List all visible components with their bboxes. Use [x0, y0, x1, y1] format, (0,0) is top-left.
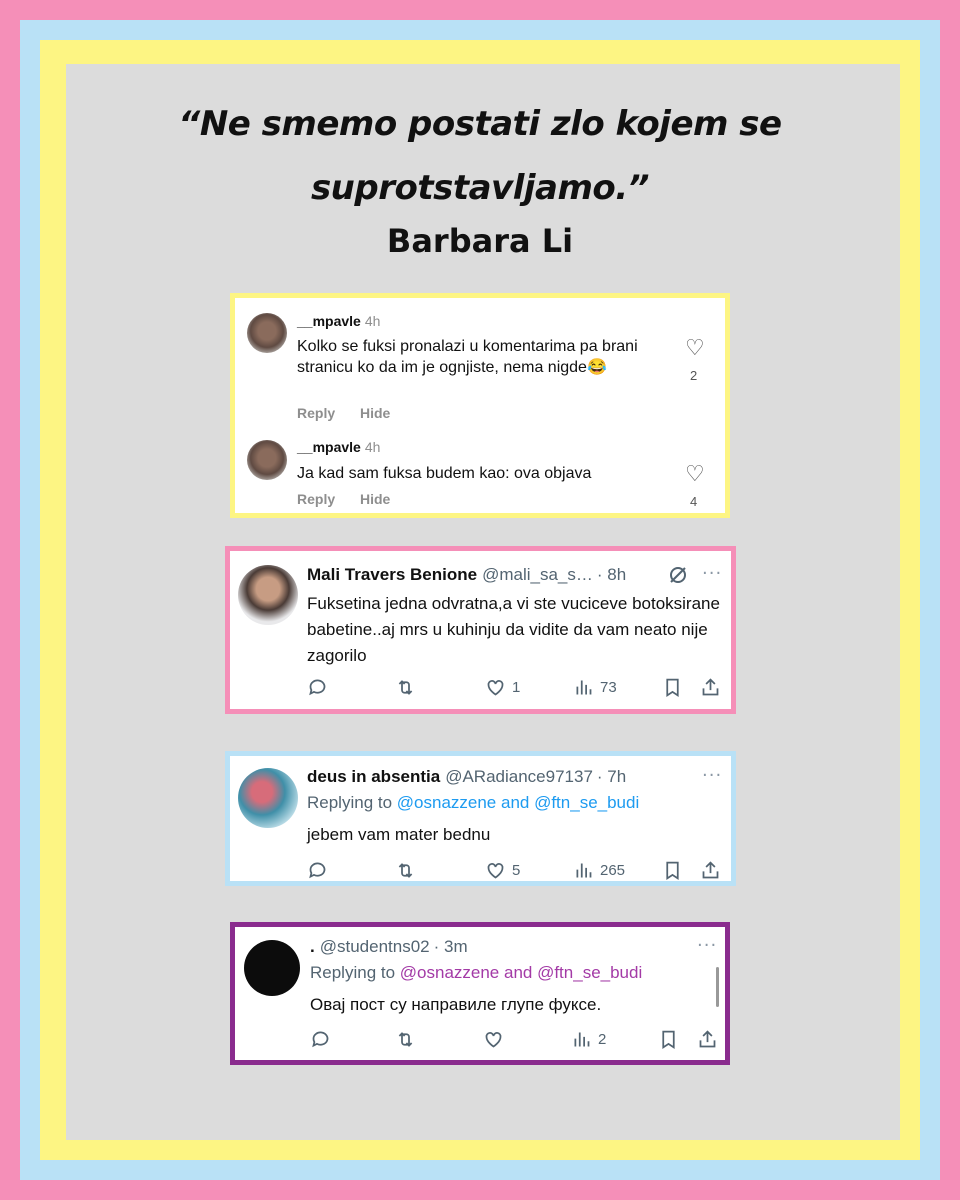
bookmark-button[interactable]: [658, 1024, 679, 1054]
views-button[interactable]: 73: [573, 672, 617, 702]
heart-icon[interactable]: ♡: [685, 464, 705, 486]
share-button[interactable]: [700, 855, 721, 885]
reply-button[interactable]: [310, 1024, 331, 1054]
bookmark-button[interactable]: [662, 855, 683, 885]
author-handle: @mali_sa_s…: [482, 565, 593, 584]
username-text: __mpavle: [297, 313, 361, 329]
views-count: 265: [600, 861, 626, 879]
replying-prefix: Replying to: [307, 793, 397, 812]
share-icon: [702, 860, 719, 878]
share-icon: [699, 1029, 716, 1047]
tweet-text: Овај пост су направиле глупе фуксе.: [310, 995, 602, 1014]
tweet-author[interactable]: deus in absentia @ARadiance97137 · 7h: [307, 767, 626, 787]
bookmark-icon: [666, 861, 679, 880]
tweet-actions: 5 265: [230, 855, 731, 885]
heart-icon: [487, 862, 504, 879]
hide-button[interactable]: Hide: [360, 405, 390, 421]
reply-button[interactable]: [307, 672, 328, 702]
reply-button[interactable]: Reply: [297, 405, 335, 421]
retweet-button[interactable]: [395, 672, 416, 702]
reply-icon: [309, 679, 326, 695]
heart-icon: [485, 1031, 502, 1048]
heart-icon: [487, 679, 504, 696]
author-name: Mali Travers Benione: [307, 565, 478, 584]
replying-to: Replying to @osnazzene and @ftn_se_budi: [310, 963, 642, 983]
avatar[interactable]: [247, 440, 287, 480]
more-icon[interactable]: ···: [697, 935, 717, 956]
replying-to: Replying to @osnazzene and @ftn_se_budi: [307, 793, 639, 813]
hide-button[interactable]: Hide: [360, 491, 390, 507]
views-icon: [576, 680, 592, 694]
mention-link[interactable]: @osnazzene and @ftn_se_budi: [400, 963, 642, 982]
grok-icon[interactable]: [668, 565, 688, 589]
avatar[interactable]: [238, 768, 298, 828]
bookmark-icon: [662, 1030, 675, 1049]
quote-line-1: “Ne smemo postati zlo kojem se: [178, 104, 782, 144]
tweet-card-3: . @studentns02 · 3m ··· Replying to @osnaz…: [230, 922, 730, 1065]
retweet-icon: [398, 862, 413, 878]
views-count: 73: [600, 678, 617, 696]
avatar[interactable]: [238, 565, 298, 625]
like-count: 5: [512, 861, 521, 879]
tweet-card-2: deus in absentia @ARadiance97137 · 7h ··· …: [225, 751, 736, 886]
comment-username[interactable]: __mpavle 4h: [297, 313, 380, 329]
reply-icon: [312, 1031, 329, 1047]
views-button[interactable]: 2: [571, 1024, 606, 1054]
bookmark-button[interactable]: [662, 672, 683, 702]
author-handle: @studentns02: [319, 937, 430, 956]
scrollbar[interactable]: [716, 967, 719, 1007]
comment-text: Kolko se fuksi pronalazi u komentarima p…: [297, 338, 638, 376]
comment-time: 4h: [364, 439, 381, 455]
views-icon: [574, 1032, 590, 1046]
replying-prefix: Replying to: [310, 963, 400, 982]
tweet-actions: 1 73: [230, 672, 731, 702]
retweet-icon: [398, 679, 413, 695]
mention-link[interactable]: @osnazzene and @ftn_se_budi: [397, 793, 639, 812]
quote-line-2: suprotstavljamo.”: [310, 168, 650, 208]
views-button[interactable]: 265: [573, 855, 625, 885]
more-icon[interactable]: ···: [702, 765, 722, 786]
tweet-card-1: Mali Travers Benione @mali_sa_s… · 8h ··· …: [225, 546, 736, 714]
avatar[interactable]: [247, 313, 287, 353]
tweet-author[interactable]: . @studentns02 · 3m: [310, 937, 468, 957]
retweet-button[interactable]: [395, 855, 416, 885]
instagram-comments-card: __mpavle 4h Kolko se fuksi pronalazi u ko…: [230, 293, 730, 518]
like-button[interactable]: 5: [485, 855, 520, 885]
retweet-button[interactable]: [395, 1024, 416, 1054]
reply-button[interactable]: [307, 855, 328, 885]
quote-text: “Ne smemo postati zlo kojem se suprotsta…: [0, 92, 960, 220]
views-count: 2: [598, 1030, 607, 1048]
heart-icon[interactable]: ♡: [685, 338, 705, 360]
tweet-text: Fuksetina jedna odvratna,a vi ste vucice…: [307, 594, 720, 665]
comment-username[interactable]: __mpavle 4h: [297, 439, 380, 455]
like-count: 4: [690, 494, 698, 509]
like-count: 1: [512, 678, 521, 696]
comment-time: 4h: [364, 313, 381, 329]
tweet-text: jebem vam mater bednu: [307, 825, 491, 844]
author-name: deus in absentia: [307, 767, 441, 786]
comment-text: Ja kad sam fuksa budem kao: ova objava: [297, 465, 592, 482]
share-button[interactable]: [700, 672, 721, 702]
username-text: __mpavle: [297, 439, 361, 455]
more-icon[interactable]: ···: [702, 563, 722, 584]
tweet-time: · 8h: [596, 565, 627, 584]
like-button[interactable]: 1: [485, 672, 520, 702]
tweet-author[interactable]: Mali Travers Benione @mali_sa_s… · 8h: [307, 565, 626, 585]
like-count: 2: [690, 368, 698, 383]
like-button[interactable]: [483, 1024, 510, 1054]
retweet-icon: [398, 1031, 413, 1047]
avatar[interactable]: [244, 940, 300, 996]
author-handle: @ARadiance97137: [445, 767, 593, 786]
author-name: .: [310, 937, 315, 956]
bookmark-icon: [666, 678, 679, 697]
reply-button[interactable]: Reply: [297, 491, 335, 507]
tweet-time: · 3m: [433, 937, 468, 956]
reply-icon: [309, 862, 326, 878]
views-icon: [576, 863, 592, 877]
tweet-time: · 7h: [596, 767, 627, 786]
share-button[interactable]: [697, 1024, 718, 1054]
quote-author: Barbara Li: [386, 222, 574, 260]
share-icon: [702, 677, 719, 695]
tweet-actions: 2: [235, 1024, 725, 1054]
